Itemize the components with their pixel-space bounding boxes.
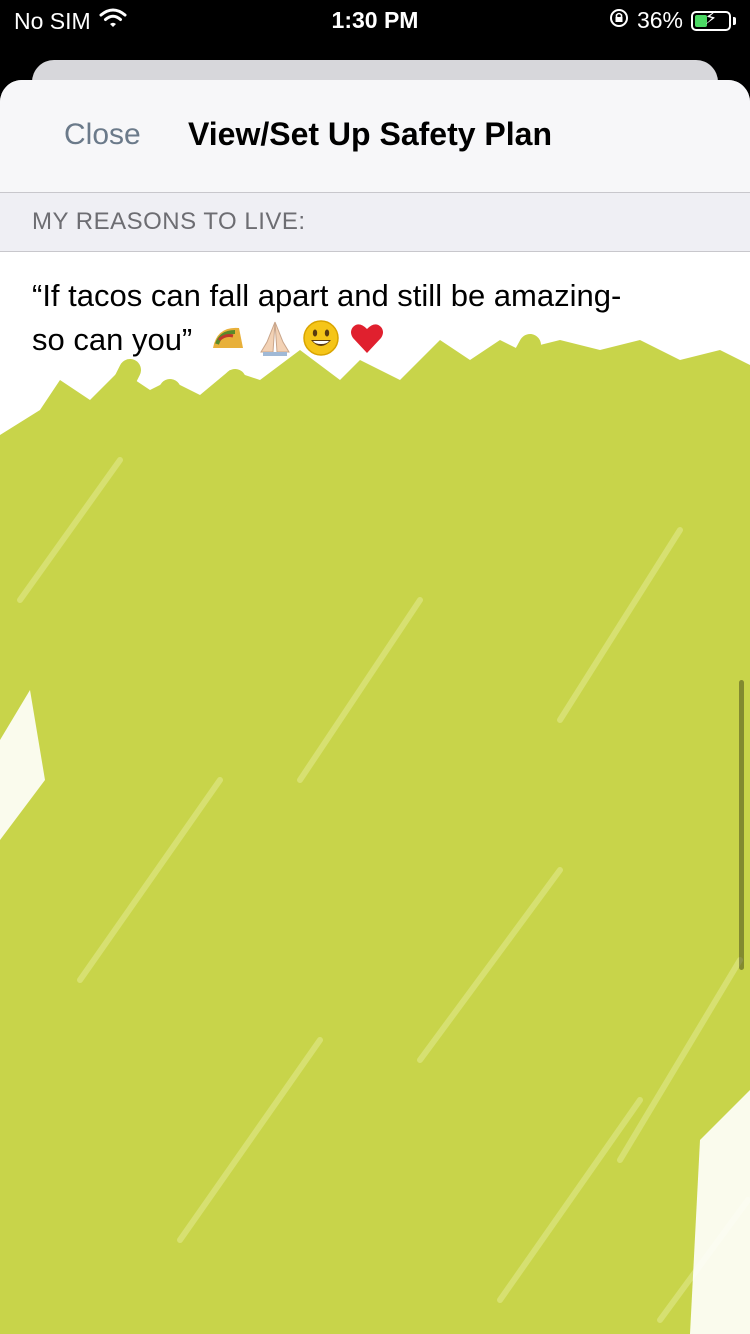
scribbled-text: Who will update the blog and help other … — [32, 462, 720, 1078]
scribbled-paragraph-2: Remember, you from the main girl. Sophia… — [32, 818, 689, 941]
scribbled-paragraph-1: Who will update the blog and help other … — [32, 466, 715, 765]
section-header: MY REASONS TO LIVE: — [0, 193, 750, 252]
emoji-row — [209, 318, 387, 358]
taco-emoji — [212, 327, 243, 348]
quote-line-2: so can you” — [32, 322, 193, 357]
red-heart-emoji — [350, 324, 383, 353]
navigation-bar: Close View/Set Up Safety Plan — [0, 80, 750, 193]
quote-line-2-row: so can you” — [32, 318, 720, 362]
battery-percent: 36% — [636, 7, 683, 33]
smiley-emoji — [303, 320, 339, 356]
reasons-text-area[interactable]: “If tacos can fall apart and still be am… — [0, 252, 750, 1078]
screen: No SIM 1:30 PM 36% ⚡ Close View/Set Up S… — [0, 0, 750, 1334]
status-bar: No SIM 1:30 PM 36% ⚡ — [0, 0, 750, 40]
charging-bolt-icon: ⚡ — [704, 7, 718, 28]
orientation-lock-icon — [609, 7, 629, 34]
close-button[interactable]: Close — [64, 118, 141, 152]
praying-hands-emoji — [260, 321, 290, 356]
status-right: 36% ⚡ — [609, 7, 736, 34]
page-title: View/Set Up Safety Plan — [188, 116, 552, 152]
scroll-indicator[interactable] — [739, 680, 744, 970]
battery-charging-icon: ⚡ — [691, 7, 731, 31]
battery-cap — [733, 16, 736, 25]
safety-plan-sheet: Close View/Set Up Safety Plan MY REASONS… — [0, 80, 750, 1334]
quote-line-1: “If tacos can fall apart and still be am… — [32, 278, 622, 313]
scribbled-paragraph-3: Who is the mause can be. Sleep more the … — [32, 994, 720, 1073]
